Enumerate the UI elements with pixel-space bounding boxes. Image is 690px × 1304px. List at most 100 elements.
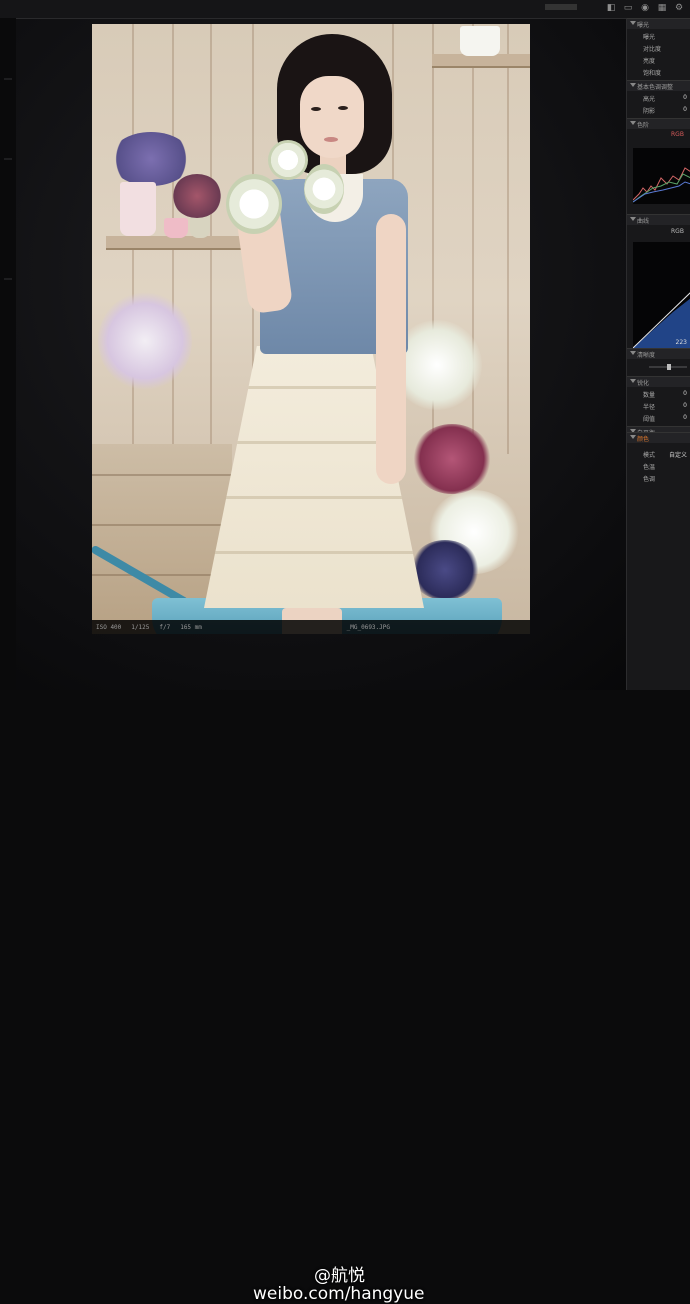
section-header[interactable]: 色阶 bbox=[627, 118, 690, 129]
watermark-url: weibo.com/hangyue bbox=[253, 1284, 425, 1304]
collapse-icon bbox=[630, 121, 636, 125]
adjust-row[interactable]: 色温 bbox=[643, 462, 687, 471]
collapse-icon bbox=[630, 83, 636, 87]
section-title: 色阶 bbox=[637, 122, 650, 129]
adjust-row[interactable]: 饱和度 bbox=[643, 68, 687, 77]
adjustments-panel: 曝光 曝光 对比度 亮度 饱和度 基本色调调整 高光 0 阴影 0 色阶 RGB 曲… bbox=[626, 18, 690, 690]
tool-slot[interactable] bbox=[4, 158, 12, 160]
slider-knob[interactable] bbox=[667, 364, 671, 370]
watermark: @航悦 weibo.com/hangyue bbox=[0, 620, 690, 1304]
shelf-right bbox=[432, 54, 530, 68]
section-header[interactable]: 颜色 bbox=[627, 432, 690, 443]
watermark-name: @航悦 bbox=[314, 1266, 365, 1286]
flower-wreath bbox=[268, 140, 308, 180]
row-label: 阴影 bbox=[643, 108, 656, 115]
adjust-row[interactable]: 高光 0 bbox=[643, 94, 687, 103]
bookmark-icon[interactable]: ◧ bbox=[606, 3, 616, 13]
collapse-icon bbox=[630, 351, 636, 355]
row-value: 自定义 bbox=[668, 452, 687, 459]
adjust-row[interactable]: 模式 自定义 bbox=[643, 450, 687, 459]
collapse-icon bbox=[630, 379, 636, 383]
row-label: 饱和度 bbox=[643, 70, 662, 77]
toolbar-icons: ◧ ▭ ◉ ▦ ⚙ bbox=[606, 3, 684, 13]
right-arm bbox=[376, 214, 406, 484]
folder-icon[interactable]: ▭ bbox=[623, 3, 633, 13]
section-title: 颜色 bbox=[637, 436, 650, 443]
photo-preview bbox=[92, 24, 530, 634]
flower-wreath bbox=[226, 174, 282, 234]
curves-graph[interactable]: 223 bbox=[633, 242, 690, 348]
eye bbox=[311, 107, 321, 111]
section-title: 清晰度 bbox=[637, 352, 656, 359]
menu-bar[interactable] bbox=[545, 4, 577, 10]
wall-plank bbox=[507, 24, 509, 454]
adjust-row[interactable]: 曝光 bbox=[643, 32, 687, 41]
curves-channel[interactable]: RGB bbox=[671, 228, 684, 235]
deck-line bbox=[92, 524, 232, 526]
row-label: 色温 bbox=[643, 464, 656, 471]
adjust-row[interactable]: 对比度 bbox=[643, 44, 687, 53]
camera-icon[interactable]: ◉ bbox=[640, 3, 650, 13]
lace-tier bbox=[204, 496, 424, 499]
shelf-left bbox=[106, 236, 256, 250]
section-title: 曲线 bbox=[637, 218, 650, 225]
lips bbox=[324, 137, 338, 142]
row-value: 0 bbox=[683, 390, 687, 397]
row-label: 高光 bbox=[643, 96, 656, 103]
grid-icon[interactable]: ▦ bbox=[657, 3, 667, 13]
histogram-channel[interactable]: RGB bbox=[671, 131, 684, 138]
adjust-row[interactable]: 色调 bbox=[643, 474, 687, 483]
row-value: 0 bbox=[683, 402, 687, 409]
row-value: 0 bbox=[683, 106, 687, 113]
tool-slot[interactable] bbox=[4, 278, 12, 280]
histogram-graph bbox=[633, 167, 690, 203]
adjust-row[interactable]: 数量 0 bbox=[643, 390, 687, 399]
section-header[interactable]: 曝光 bbox=[627, 18, 690, 29]
tool-slot[interactable] bbox=[4, 78, 12, 80]
pink-flowers bbox=[172, 174, 222, 218]
image-viewer[interactable]: ISO 400 1/125 f/7 165 mm _MG_0693.JPG bbox=[92, 24, 530, 634]
collapse-icon bbox=[630, 217, 636, 221]
section-title: 曝光 bbox=[637, 22, 650, 29]
adjust-row[interactable]: 阈值 0 bbox=[643, 414, 687, 423]
white-hydrangea bbox=[98, 292, 192, 390]
row-label: 模式 bbox=[643, 452, 656, 459]
row-label: 对比度 bbox=[643, 46, 662, 53]
curves-value: 223 bbox=[675, 339, 687, 346]
row-label: 亮度 bbox=[643, 58, 656, 65]
histogram-curve bbox=[633, 181, 690, 203]
adjust-row[interactable]: 半径 0 bbox=[643, 402, 687, 411]
section-title: 基本色调调整 bbox=[637, 84, 674, 91]
section-header[interactable]: 曲线 bbox=[627, 214, 690, 225]
histogram bbox=[633, 148, 690, 204]
section-title: 锐化 bbox=[637, 380, 650, 387]
section-header[interactable]: 基本色调调整 bbox=[627, 80, 690, 91]
row-label: 曝光 bbox=[643, 34, 656, 41]
row-value: 0 bbox=[683, 414, 687, 421]
clarity-slider[interactable] bbox=[649, 364, 687, 370]
monitor-screen: ◧ ▭ ◉ ▦ ⚙ ISO 400 1/125 f/7 165 mm _MG_0… bbox=[0, 0, 690, 1304]
section-header[interactable]: 锐化 bbox=[627, 376, 690, 387]
eye bbox=[338, 106, 348, 110]
magenta-flowers bbox=[412, 424, 492, 494]
lace-tier bbox=[204, 551, 424, 554]
settings-icon[interactable]: ⚙ bbox=[674, 3, 684, 13]
adjust-row[interactable]: 阴影 0 bbox=[643, 106, 687, 115]
adjust-row[interactable]: 亮度 bbox=[643, 56, 687, 65]
collapse-icon bbox=[630, 435, 636, 439]
flower-pot bbox=[164, 218, 188, 238]
deck-line bbox=[92, 474, 232, 476]
top-toolbar: ◧ ▭ ◉ ▦ ⚙ bbox=[0, 0, 690, 19]
row-label: 数量 bbox=[643, 392, 656, 399]
row-label: 阈值 bbox=[643, 416, 656, 423]
lavender-flowers bbox=[110, 132, 192, 186]
face bbox=[300, 76, 364, 158]
section-header[interactable]: 清晰度 bbox=[627, 348, 690, 359]
row-label: 色调 bbox=[643, 476, 656, 483]
collapse-icon bbox=[630, 21, 636, 25]
flower-pot bbox=[460, 26, 500, 56]
row-value: 0 bbox=[683, 94, 687, 101]
curves-plot bbox=[633, 292, 690, 348]
flower-wreath bbox=[304, 164, 344, 214]
flower-pot bbox=[120, 182, 156, 236]
